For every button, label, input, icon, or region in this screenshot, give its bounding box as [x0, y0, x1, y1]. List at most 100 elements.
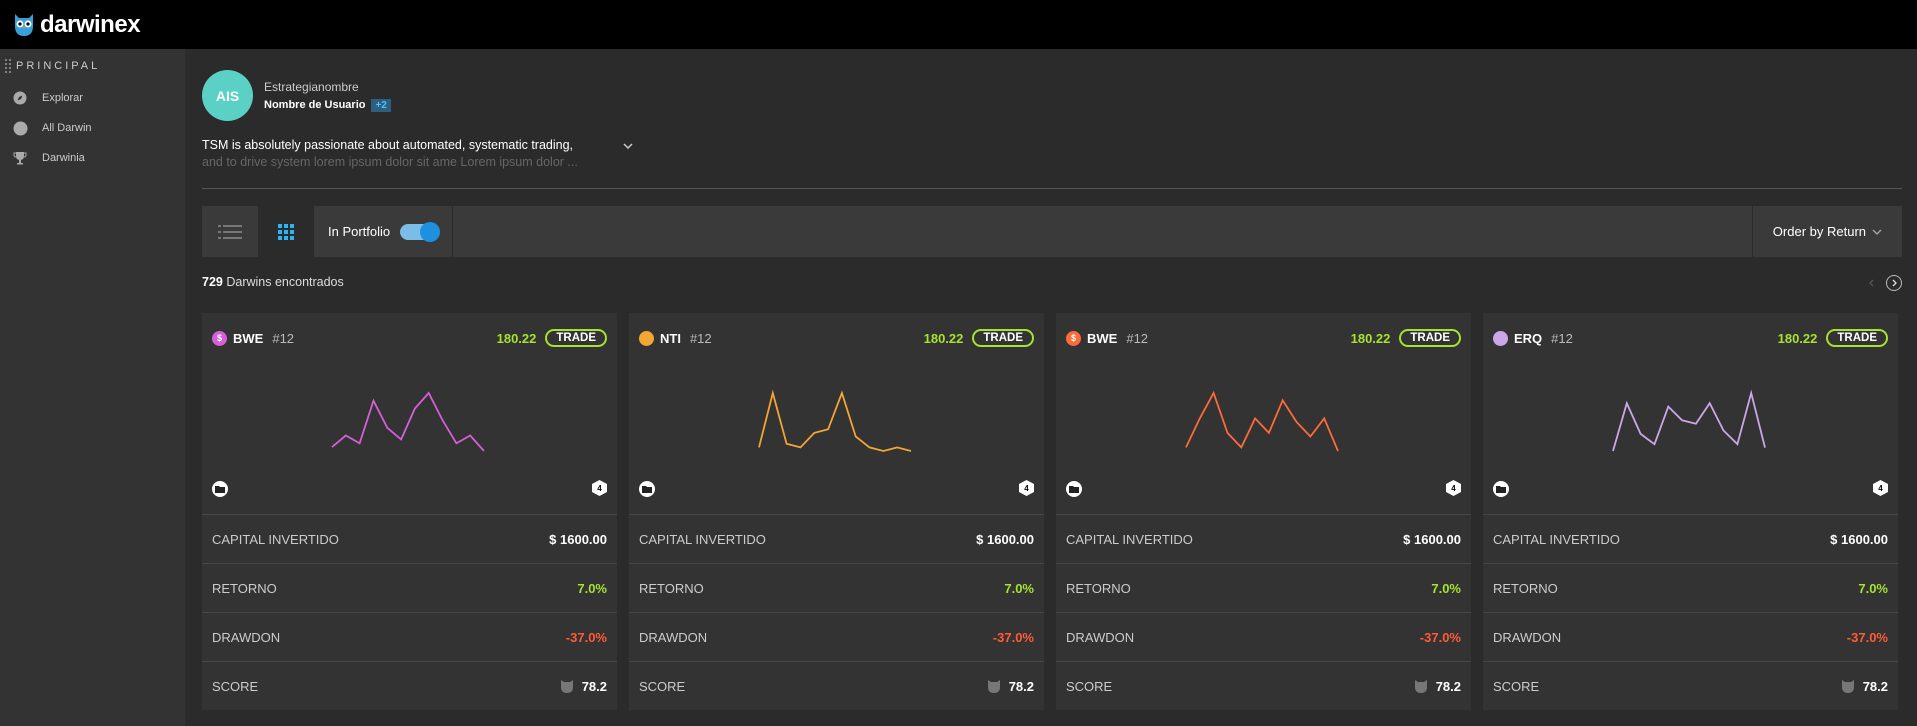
- folder-icon[interactable]: [1493, 481, 1509, 497]
- owl-score-icon: [1841, 680, 1854, 693]
- capital-row: CAPITAL INVERTIDO $ 1600.00: [1483, 514, 1898, 563]
- sidebar-item-label: Darwinia: [42, 152, 85, 164]
- drawdown-label: DRAWDON: [639, 629, 708, 645]
- darwin-name[interactable]: NTI: [660, 331, 681, 346]
- chevron-left-icon: [1869, 279, 1874, 287]
- capital-label: CAPITAL INVERTIDO: [212, 531, 339, 547]
- owl-logo-icon[interactable]: [12, 12, 36, 38]
- darwin-card[interactable]: $ BWE #12 180.22 TRADE 4 CAPITAL INVERTI…: [202, 313, 617, 710]
- avatar[interactable]: AIS: [202, 70, 253, 121]
- darwin-card[interactable]: ERQ #12 180.22 TRADE 4 CAPITAL INVERTIDO…: [1483, 313, 1898, 710]
- sidebar-heading: PRINCIPAL: [0, 49, 185, 83]
- username[interactable]: Nombre de Usuario: [264, 99, 365, 111]
- folder-icon[interactable]: [212, 481, 228, 497]
- drawdown-label: DRAWDON: [1493, 629, 1562, 645]
- trade-button[interactable]: TRADE: [972, 329, 1034, 347]
- sidebar-item-all-darwin[interactable]: All Darwin: [0, 113, 185, 143]
- capital-row: CAPITAL INVERTIDO $ 1600.00: [1056, 514, 1471, 563]
- divider: [202, 188, 1902, 189]
- drawdown-label: DRAWDON: [212, 629, 281, 645]
- results-count: 729 Darwins encontrados: [202, 275, 344, 289]
- description-line-2: and to drive system lorem ipsum dolor si…: [202, 155, 578, 169]
- grid-icon: [278, 223, 294, 240]
- pagination: [1864, 275, 1902, 291]
- score-value: 78.2: [1008, 678, 1034, 694]
- folder-icon[interactable]: [1066, 481, 1082, 497]
- trade-button[interactable]: TRADE: [1399, 329, 1461, 347]
- score-value: 78.2: [1862, 678, 1888, 694]
- capital-value: $ 1600.00: [1830, 531, 1888, 547]
- return-label: RETORNO: [1493, 580, 1558, 596]
- compass-icon: [12, 90, 28, 106]
- darwin-rank: #12: [1551, 330, 1573, 346]
- order-dropdown[interactable]: Order by Return: [1751, 206, 1902, 257]
- score-row: SCORE 78.2: [1483, 661, 1898, 710]
- darwin-name[interactable]: ERQ: [1514, 331, 1542, 346]
- darwin-price: 180.22: [923, 330, 964, 346]
- return-value: 7.0%: [577, 580, 607, 596]
- score-label: SCORE: [1066, 678, 1113, 694]
- prev-page-button[interactable]: [1864, 275, 1880, 291]
- score-value: 78.2: [1435, 678, 1461, 694]
- extra-users-badge[interactable]: +2: [371, 98, 391, 112]
- description-line-1: TSM is absolutely passionate about autom…: [202, 138, 574, 152]
- score-value-group: 78.2: [560, 679, 607, 694]
- sidebar-item-label: Explorar: [42, 92, 83, 104]
- drawdown-row: DRAWDON -37.0%: [1483, 612, 1898, 661]
- sparkline-series: [331, 391, 485, 452]
- cube-icon[interactable]: 4: [592, 480, 607, 496]
- folder-icon[interactable]: [639, 481, 655, 497]
- score-row: SCORE 78.2: [1056, 661, 1471, 710]
- sidebar-item-darwinia[interactable]: Darwinia: [0, 143, 185, 173]
- card-header-panel: ERQ #12 180.22 TRADE 4: [1483, 313, 1898, 514]
- brand-name[interactable]: darwinex: [40, 11, 141, 39]
- next-page-button[interactable]: [1886, 275, 1902, 291]
- sparkline-series: [758, 389, 912, 452]
- chevron-right-icon: [1892, 279, 1897, 287]
- portfolio-toggle[interactable]: [400, 221, 441, 242]
- sidebar-item-label: All Darwin: [42, 122, 92, 134]
- darwin-card[interactable]: $ BWE #12 180.22 TRADE 4 CAPITAL INVERTI…: [1056, 313, 1471, 710]
- darwin-name[interactable]: BWE: [233, 331, 263, 346]
- drawdown-label: DRAWDON: [1066, 629, 1135, 645]
- score-row: SCORE 78.2: [629, 661, 1044, 710]
- portfolio-label: In Portfolio: [328, 224, 391, 239]
- darwin-card[interactable]: NTI #12 180.22 TRADE 4 CAPITAL INVERTIDO…: [629, 313, 1044, 710]
- darwin-rank: #12: [689, 330, 712, 346]
- sparkline-chart: [758, 389, 912, 452]
- cube-icon[interactable]: 4: [1019, 480, 1034, 496]
- cube-icon[interactable]: 4: [1446, 480, 1461, 496]
- darwin-price: 180.22: [1350, 330, 1391, 346]
- score-value: 78.2: [581, 678, 607, 694]
- toggle-knob: [420, 221, 441, 242]
- return-row: RETORNO 7.0%: [1483, 563, 1898, 612]
- profile-header: AIS Estrategianombre Nombre de Usuario +…: [202, 70, 391, 121]
- sparkline-series: [1612, 389, 1766, 452]
- toolbar: In Portfolio Order by Return: [202, 206, 1902, 257]
- trade-button[interactable]: TRADE: [545, 329, 607, 347]
- drawdown-row: DRAWDON -37.0%: [202, 612, 617, 661]
- owl-score-icon: [560, 680, 573, 693]
- trade-button[interactable]: TRADE: [1826, 329, 1888, 347]
- drag-grip-icon[interactable]: [4, 58, 12, 74]
- capital-value: $ 1600.00: [976, 531, 1034, 547]
- chevron-down-icon[interactable]: [621, 139, 635, 153]
- score-value-group: 78.2: [987, 679, 1034, 694]
- list-view-button[interactable]: [202, 206, 258, 257]
- portfolio-filter: In Portfolio: [314, 206, 454, 257]
- darwin-price: 180.22: [1777, 330, 1818, 346]
- strategy-color-dot: [639, 330, 654, 346]
- return-value: 7.0%: [1858, 580, 1888, 596]
- grid-view-button[interactable]: [258, 206, 314, 257]
- capital-value: $ 1600.00: [549, 531, 607, 547]
- owl-score-icon: [1414, 680, 1427, 693]
- darwin-name[interactable]: BWE: [1087, 331, 1117, 346]
- svg-text:4: 4: [1878, 484, 1883, 493]
- score-value-group: 78.2: [1414, 679, 1461, 694]
- cube-icon[interactable]: 4: [1873, 480, 1888, 496]
- card-title-row: $ BWE #12 180.22 TRADE: [1066, 329, 1461, 347]
- capital-label: CAPITAL INVERTIDO: [1066, 531, 1193, 547]
- card-header-panel: NTI #12 180.22 TRADE 4: [629, 313, 1044, 514]
- sidebar-item-explorar[interactable]: Explorar: [0, 83, 185, 113]
- card-header-panel: $ BWE #12 180.22 TRADE 4: [1056, 313, 1471, 514]
